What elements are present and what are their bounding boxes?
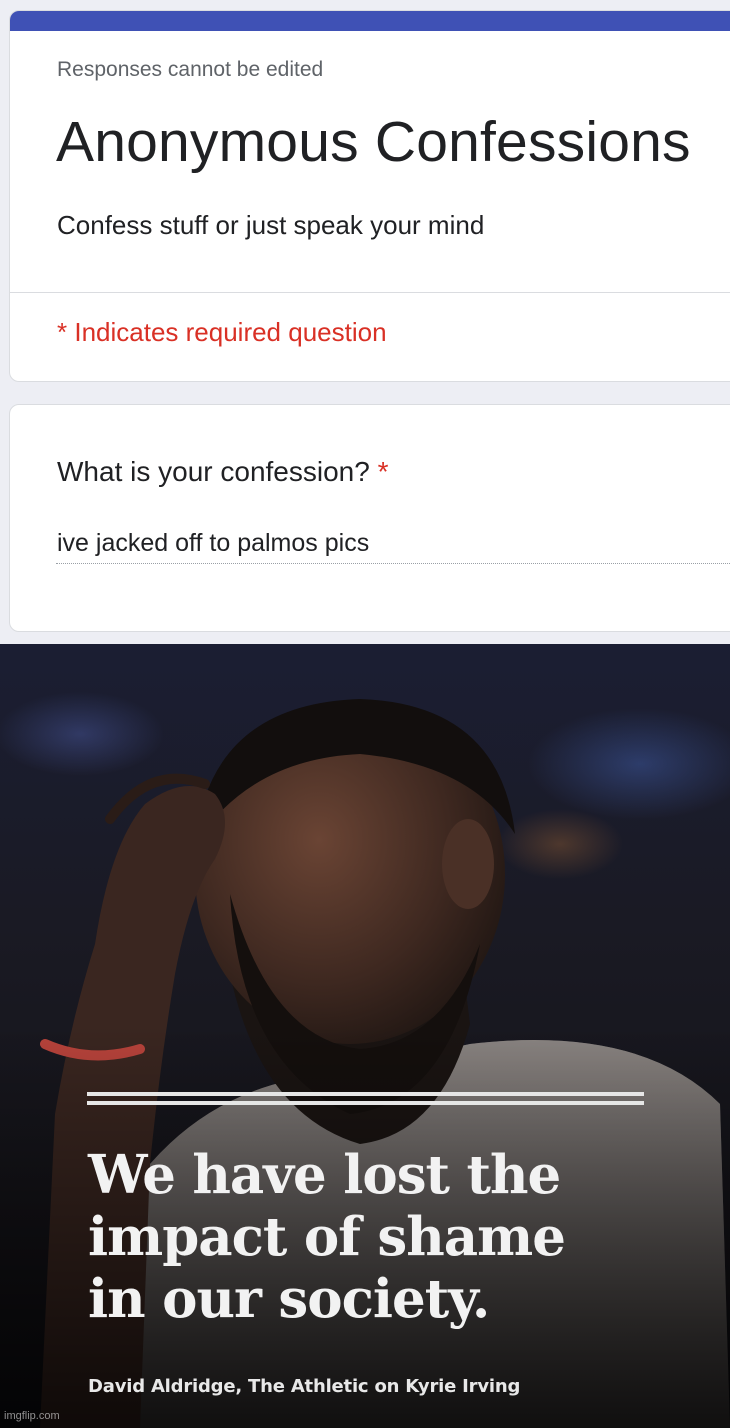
form-accent-bar <box>10 11 730 31</box>
form-title: Anonymous Confessions <box>56 110 691 174</box>
quote-attribution: David Aldridge, The Athletic on Kyrie Ir… <box>88 1376 521 1397</box>
form-header-card: Responses cannot be edited Anonymous Con… <box>9 10 730 382</box>
meme-image: We have lost the impact of shame in our … <box>0 644 730 1428</box>
header-divider <box>10 292 730 293</box>
question-text: What is your confession? <box>57 456 370 487</box>
meme-quote: We have lost the impact of shame in our … <box>88 1144 648 1330</box>
quote-line-1: We have lost the <box>88 1144 561 1206</box>
question-card: What is your confession? * ive jacked of… <box>9 404 730 632</box>
quote-line-3: in our society. <box>88 1268 490 1330</box>
google-form: Responses cannot be edited Anonymous Con… <box>0 0 730 644</box>
quote-line-2: impact of shame <box>88 1206 566 1268</box>
quote-rule-bottom <box>87 1101 644 1105</box>
question-label: What is your confession? * <box>57 456 389 488</box>
form-description: Confess stuff or just speak your mind <box>57 210 485 240</box>
edit-notice: Responses cannot be edited <box>57 58 324 81</box>
quote-rule-top <box>87 1092 644 1096</box>
required-star: * <box>377 456 389 487</box>
required-note: * Indicates required question <box>57 317 387 347</box>
answer-underline <box>56 563 730 564</box>
answer-input[interactable]: ive jacked off to palmos pics <box>57 529 369 558</box>
imgflip-watermark: imgflip.com <box>4 1410 60 1422</box>
